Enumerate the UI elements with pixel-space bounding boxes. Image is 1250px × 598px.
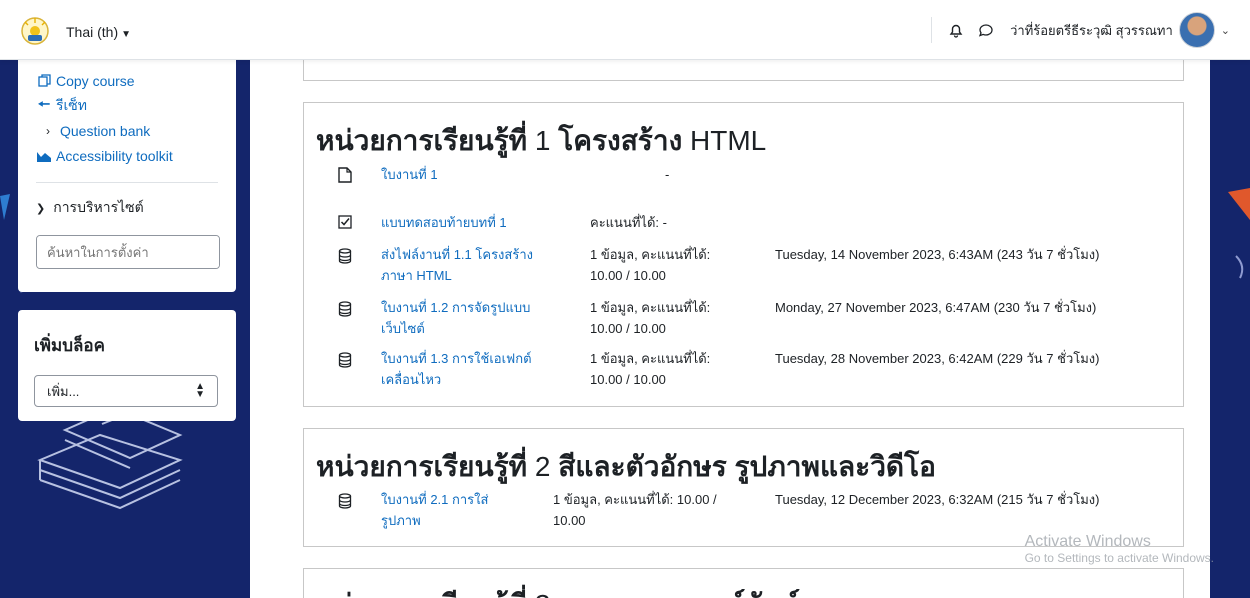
activity-link-line: ส่งไฟล์งานที่ 1.1 โครงสร้าง — [381, 247, 533, 262]
right-background — [1210, 60, 1250, 598]
activity-info-line: 1 ข้อมูล, คะแนนที่ได้: — [590, 300, 711, 315]
activity-date: Monday, 27 November 2023, 6:47AM (230 วั… — [775, 300, 1097, 315]
activity-info: 1 ข้อมูล, คะแนนที่ได้: 10.00 / 10.00 — [590, 297, 710, 339]
course-section-2: หน่วยการเรียนรู้ที่ 2 สีและตัวอักษร รูปภ… — [303, 428, 1184, 547]
windows-activation-watermark: Activate Windows Go to Settings to activ… — [1025, 533, 1214, 565]
activity-info: 1 ข้อมูล, คะแนนที่ได้: 10.00 / 10.00 — [590, 348, 710, 390]
chevron-right-icon: ❯ — [36, 202, 46, 215]
sidebar-item-label: รีเซ็ท — [56, 96, 88, 113]
divider — [36, 182, 218, 183]
section-title-prefix: หน่วยการเรียนรู้ที่ — [316, 589, 527, 598]
activity-info-line: 1 ข้อมูล, คะแนนที่ได้: — [590, 351, 711, 366]
copy-icon — [36, 74, 52, 87]
activity-link[interactable]: แบบทดสอบท้ายบทที่ 1 — [381, 212, 507, 233]
watermark-line: Activate Windows — [1024, 533, 1151, 550]
section-title-number: 1 — [534, 125, 551, 156]
section-title-text: สีและตัวอักษร รูปภาพและวิดีโอ — [558, 451, 936, 482]
activity-info-line: 10.00 / 10.00 — [590, 268, 666, 283]
site-admin-toggle[interactable]: ❯ การบริหารไซต์ — [36, 197, 218, 219]
chevron-right-icon: › — [46, 123, 50, 138]
site-admin-label: การบริหารไซต์ — [53, 199, 144, 215]
activity-link-line: ใบงานที่ 1.3 การใช้เอเฟกต์ — [381, 351, 532, 366]
activity-date: Tuesday, 14 November 2023, 6:43AM (243 ว… — [775, 247, 1100, 262]
avatar[interactable] — [1178, 12, 1215, 48]
site-logo[interactable] — [20, 16, 50, 46]
decorative-background-art-right — [1228, 188, 1250, 279]
activity-link-line: เว็บไซต์ — [381, 321, 425, 336]
activity-link[interactable]: ส่งไฟล์งานที่ 1.1 โครงสร้าง ภาษา HTML — [381, 244, 533, 286]
activity-info: - — [665, 167, 670, 182]
activity-link[interactable]: ใบงานที่ 1.2 การจัดรูปแบบ เว็บไซต์ — [381, 297, 530, 339]
activity-info: 1 ข้อมูล, คะแนนที่ได้: 10.00 / 10.00 — [590, 244, 710, 286]
activity-link-line: ใบงานที่ 1.2 การจัดรูปแบบ — [381, 300, 531, 315]
sidebar-item-label: Copy course — [56, 72, 135, 89]
activity-date: Tuesday, 12 December 2023, 6:32AM (215 ว… — [775, 492, 1100, 507]
database-icon — [336, 351, 354, 369]
checkbox-icon — [336, 213, 354, 231]
sidebar-item-accessibility-toolkit[interactable]: Accessibility toolkit — [36, 143, 218, 168]
search-input[interactable] — [37, 236, 219, 268]
section-title-number: 3 — [535, 589, 551, 598]
database-icon — [336, 247, 354, 265]
select-arrows-icon: ▲ ▼ — [195, 381, 205, 400]
user-name[interactable]: ว่าที่ร้อยตรีธีระวุฒิ สุวรรณทา — [1010, 20, 1173, 41]
course-section-3: หน่วยการเรียนรู้ที่ 3 ตาราง และคอร์อัมน์ — [303, 568, 1184, 598]
add-block-title: เพิ่มบล็อค — [34, 336, 106, 355]
activity-info-line: 10.00 / 10.00 — [590, 372, 666, 387]
activity-info-line: 10.00 — [553, 513, 586, 528]
activity-info: คะแนนที่ได้: - — [590, 215, 667, 230]
message-icon[interactable] — [976, 20, 996, 40]
activity-info-line: 10.00 / 10.00 — [590, 321, 666, 336]
section-title-number: 2 — [534, 451, 551, 482]
activity-link[interactable]: ใบงานที่ 2.1 การใส่ รูปภาพ — [381, 489, 488, 531]
activity-date: Tuesday, 28 November 2023, 6:42AM (229 ว… — [775, 351, 1100, 366]
course-section-1: หน่วยการเรียนรู้ที่ 1 โครงสร้าง HTML ใบง… — [303, 102, 1184, 407]
activity-link-line: ภาษา HTML — [381, 268, 452, 283]
language-label: Thai (th) — [66, 24, 119, 40]
section-title-suffix: HTML — [690, 125, 767, 156]
activity-link-line: รูปภาพ — [381, 513, 421, 528]
page-icon — [336, 166, 354, 184]
section-title-text: โครงสร้าง — [558, 125, 683, 156]
bell-icon[interactable] — [946, 20, 966, 40]
sidebar-item-copy-course[interactable]: Copy course — [36, 68, 218, 93]
add-block-select[interactable]: เพิ่ม... ▲ ▼ — [34, 375, 218, 407]
section-title[interactable]: หน่วยการเรียนรู้ที่ 3 ตาราง และคอร์อัมน์ — [316, 583, 800, 598]
section-title[interactable]: หน่วยการเรียนรู้ที่ 1 โครงสร้าง HTML — [316, 119, 766, 163]
section-title-text: ตาราง และคอร์อัมน์ — [558, 589, 799, 598]
arrow-left-icon: 🠔 — [37, 95, 51, 112]
section-title-prefix: หน่วยการเรียนรู้ที่ — [316, 451, 528, 482]
activity-info-line: 1 ข้อมูล, คะแนนที่ได้: — [590, 247, 711, 262]
activity-link[interactable]: ใบงานที่ 1.3 การใช้เอเฟกต์ เคลื่อนไหว — [381, 348, 532, 390]
watermark-line: Go to Settings to activate Windows. — [1024, 551, 1214, 565]
add-block-select-value: เพิ่ม... — [47, 383, 80, 399]
navbar-divider — [931, 17, 933, 43]
section-title-prefix: หน่วยการเรียนรู้ที่ — [316, 125, 528, 156]
database-icon — [336, 300, 354, 318]
chevron-down-icon: ▼ — [121, 29, 132, 40]
sidebar-item-reset[interactable]: 🠔 รีเซ็ท — [36, 93, 218, 118]
sidebar-item-label: Accessibility toolkit — [56, 147, 173, 164]
settings-search — [36, 235, 220, 269]
section-title[interactable]: หน่วยการเรียนรู้ที่ 2 สีและตัวอักษร รูปภ… — [316, 445, 936, 489]
activity-link-line: เคลื่อนไหว — [381, 372, 442, 387]
language-menu[interactable]: Thai (th) ▼ — [66, 24, 131, 40]
add-block-panel: เพิ่มบล็อค เพิ่ม... ▲ ▼ — [18, 310, 236, 421]
activity-link-line: ใบงานที่ 2.1 การใส่ — [381, 492, 489, 507]
activity-info: 1 ข้อมูล, คะแนนที่ได้: 10.00 / 10.00 — [553, 489, 717, 531]
database-icon — [336, 492, 354, 510]
sidebar-item-question-bank[interactable]: › Question bank — [36, 118, 218, 143]
course-admin-block: Copy course 🠔 รีเซ็ท › Question bank Acc… — [18, 60, 236, 292]
user-menu-chevron-icon[interactable]: ⌄ — [1221, 24, 1230, 37]
activity-info-line: 1 ข้อมูล, คะแนนที่ได้: 10.00 / — [553, 492, 717, 507]
top-navbar: Thai (th) ▼ ว่าที่ร้อยตรีธีระวุฒิ สุวรรณท… — [0, 0, 1250, 60]
activity-link[interactable]: ใบงานที่ 1 — [381, 164, 438, 185]
sidebar-item-label: Question bank — [60, 122, 151, 139]
chart-icon — [36, 150, 52, 162]
